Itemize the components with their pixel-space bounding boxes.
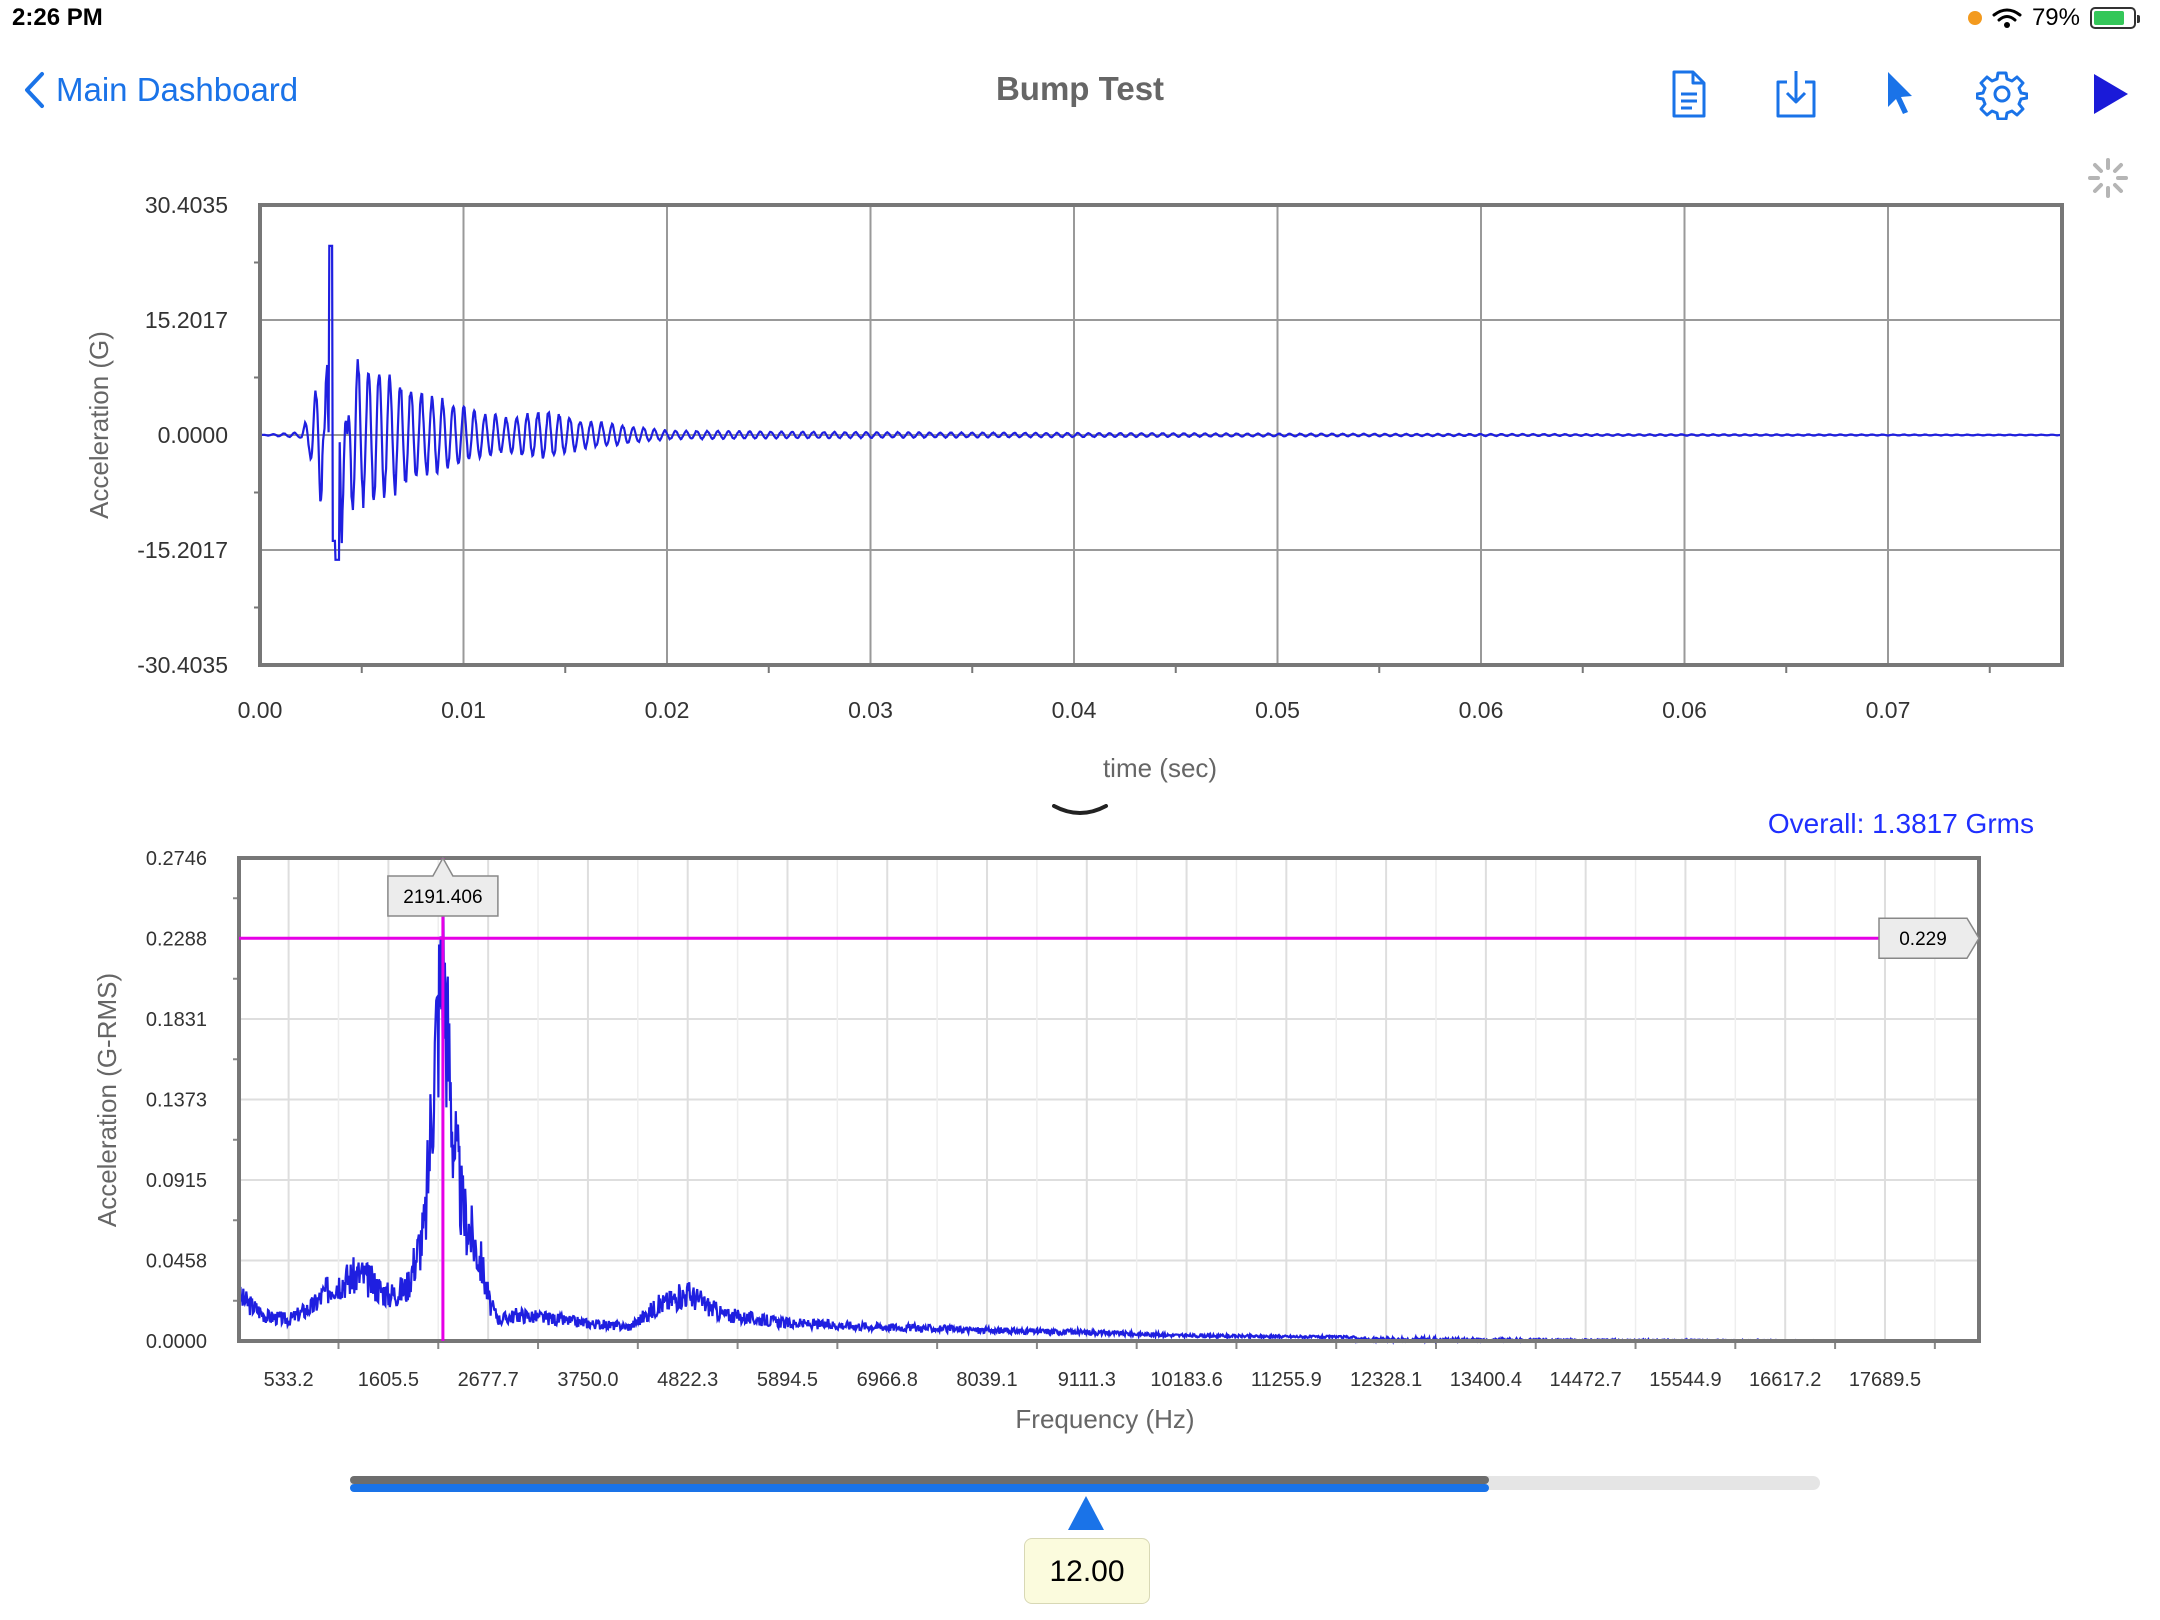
- time-x-tick-label: 0.06: [1662, 697, 1707, 723]
- time-y-tick-label: -15.2017: [137, 537, 228, 563]
- fft-x-tick-label: 5894.5: [757, 1369, 818, 1391]
- time-y-tick-label: 30.4035: [145, 192, 228, 218]
- time-x-tick-label: 0.07: [1866, 697, 1911, 723]
- chart-divider-handle[interactable]: [1050, 804, 1110, 818]
- overall-grms: Overall: 1.3817 Grms: [1767, 808, 2034, 839]
- status-right: 79%: [1967, 4, 2140, 32]
- cursor-x-label[interactable]: 2191.406: [387, 856, 499, 917]
- pointer-icon[interactable]: [1872, 68, 1924, 120]
- play-icon[interactable]: [2082, 68, 2134, 120]
- svg-text:0.229: 0.229: [1899, 929, 1947, 950]
- time-chart-ylabel: Acceleration (G): [84, 331, 114, 519]
- page-title: Bump Test: [995, 70, 1165, 107]
- settings-icon[interactable]: [1976, 68, 2028, 120]
- fft-x-tick-label: 12328.1: [1350, 1369, 1422, 1391]
- status-time: 2:26 PM: [12, 4, 103, 31]
- time-x-tick-label: 0.04: [1052, 697, 1097, 723]
- fft-x-tick-label: 3750.0: [557, 1369, 618, 1391]
- fft-x-tick-label: 1605.5: [358, 1369, 419, 1391]
- time-y-tick-label: 0.0000: [158, 422, 228, 448]
- time-x-tick-label: 0.00: [238, 697, 283, 723]
- fft-y-tick-label: 0.1373: [146, 1090, 207, 1112]
- svg-text:2191.406: 2191.406: [403, 887, 482, 908]
- battery-icon: [2090, 7, 2140, 29]
- fft-x-tick-label: 10183.6: [1150, 1369, 1222, 1391]
- time-y-tick-label: -30.4035: [137, 652, 228, 678]
- fft-y-tick-label: 0.0000: [146, 1331, 207, 1353]
- document-icon[interactable]: [1662, 68, 1714, 120]
- fft-x-tick-label: 15544.9: [1649, 1369, 1721, 1391]
- fft-x-tick-label: 9111.3: [1058, 1369, 1116, 1391]
- fft-x-tick-label: 2677.7: [458, 1369, 519, 1391]
- fft-x-tick-label: 16617.2: [1749, 1369, 1821, 1391]
- fft-x-tick-label: 11255.9: [1251, 1369, 1322, 1391]
- fft-x-tick-label: 533.2: [264, 1369, 314, 1391]
- slider-value: 12.00: [1024, 1538, 1150, 1604]
- time-x-tick-label: 0.05: [1255, 697, 1300, 723]
- fft-y-tick-label: 0.2288: [146, 929, 207, 951]
- fft-y-tick-label: 0.1831: [146, 1009, 207, 1031]
- slider-range: [350, 1476, 1490, 1484]
- fft-chart-ylabel: Acceleration (G-RMS): [92, 973, 122, 1227]
- download-icon[interactable]: [1770, 68, 1822, 120]
- fft-x-tick-label: 13400.4: [1450, 1369, 1522, 1391]
- scale-slider[interactable]: [350, 1472, 1820, 1492]
- fft-x-tick-label: 14472.7: [1550, 1369, 1622, 1391]
- battery-percent: 79%: [2031, 4, 2080, 31]
- slider-thumb[interactable]: [1068, 1496, 1104, 1530]
- fft-y-tick-label: 0.2746: [146, 848, 207, 870]
- fft-spectrum-line: [237, 905, 1979, 1346]
- privacy-indicator-icon: [1967, 11, 1982, 25]
- time-domain-chart[interactable]: 30.4035 15.2017 0.0000 -15.2017 -30.4035 0.0…: [0, 180, 2160, 800]
- time-x-tick-label: 0.03: [848, 697, 893, 723]
- time-waveform-line: [260, 244, 2063, 561]
- fft-x-tick-label: 17689.5: [1849, 1369, 1921, 1391]
- time-y-tick-label: 15.2017: [145, 307, 228, 333]
- cursor-y-label[interactable]: 0.229: [1878, 917, 1980, 959]
- chevron-left-icon: [25, 72, 44, 108]
- wifi-icon: [1992, 8, 2022, 28]
- time-x-tick-label: 0.01: [441, 697, 486, 723]
- back-button-label: Main Dashboard: [56, 71, 299, 108]
- fft-x-tick-label: 4822.3: [657, 1369, 718, 1391]
- time-x-tick-label: 0.06: [1459, 697, 1504, 723]
- slider-fill: [350, 1484, 1490, 1492]
- fft-y-tick-label: 0.0915: [146, 1170, 207, 1192]
- fft-chart[interactable]: 0.2746 0.2288 0.1831 0.1373 0.0915 0.0458 0.00…: [0, 840, 2160, 1440]
- fft-chart-xlabel: Frequency (Hz): [1015, 1404, 1194, 1434]
- fft-x-tick-label: 8039.1: [956, 1369, 1017, 1391]
- back-button[interactable]: Main Dashboard: [22, 70, 298, 110]
- fft-y-tick-label: 0.0458: [146, 1251, 207, 1273]
- time-chart-xlabel: time (sec): [1103, 753, 1217, 783]
- fft-x-tick-label: 6966.8: [857, 1369, 918, 1391]
- time-x-tick-label: 0.02: [645, 697, 690, 723]
